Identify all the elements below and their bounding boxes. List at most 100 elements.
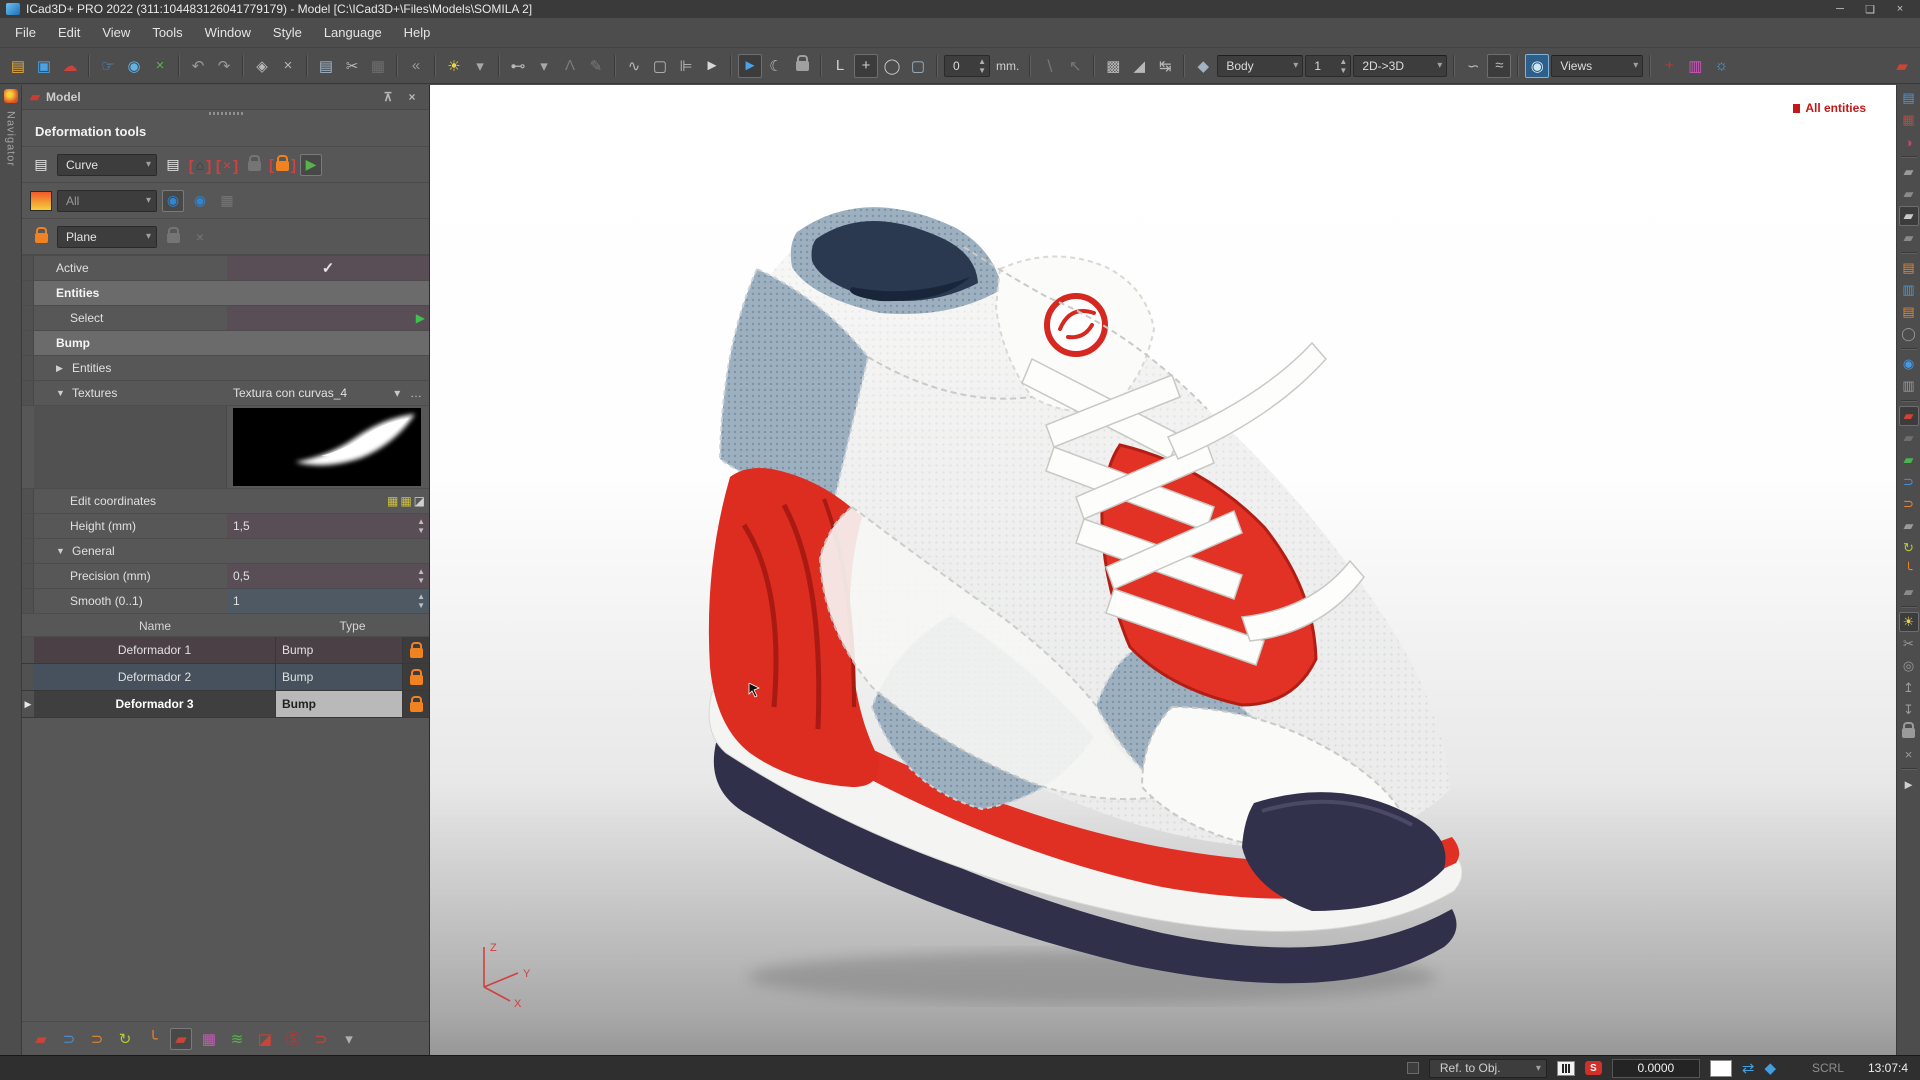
play-icon[interactable]: ▶: [416, 311, 425, 325]
isolate-entities-icon[interactable]: ⌂: [189, 154, 211, 176]
offset-value[interactable]: 0▲▼: [944, 55, 990, 77]
minimize-button[interactable]: ─: [1826, 1, 1854, 17]
add-view-icon[interactable]: +: [1657, 54, 1681, 78]
panel-close-icon[interactable]: ×: [403, 90, 421, 104]
prism-icon[interactable]: ◆: [1191, 54, 1215, 78]
curve-compare-icon[interactable]: ×: [1899, 744, 1919, 764]
menu-style[interactable]: Style: [262, 21, 313, 44]
all-select[interactable]: All▾: [57, 190, 157, 212]
render-bulb-icon[interactable]: ☀: [1899, 612, 1919, 632]
import-layer-icon[interactable]: ▤: [162, 154, 184, 176]
shoe-search-icon[interactable]: ☼: [1709, 54, 1733, 78]
circle-arrow2-icon[interactable]: ↻: [1899, 538, 1919, 558]
divider-icon[interactable]: Λ: [558, 54, 582, 78]
height-input[interactable]: 1,5 ▲▼: [227, 514, 429, 538]
entity-grid-icon[interactable]: ▦: [1899, 110, 1919, 130]
shoe-mask-icon[interactable]: ◪: [254, 1028, 276, 1050]
redo-icon[interactable]: ↷: [212, 54, 236, 78]
folder-lock2-icon[interactable]: ▤: [1899, 302, 1919, 322]
smooth-spinner[interactable]: ▲▼: [417, 592, 425, 610]
coord-curve-icon[interactable]: ◪: [414, 494, 425, 508]
swap-icon[interactable]: ↹: [1153, 54, 1177, 78]
paste-icon[interactable]: ▦: [366, 54, 390, 78]
shoe-model[interactable]: [702, 147, 1462, 1007]
texture-grid-icon[interactable]: ▦: [198, 1028, 220, 1050]
menu-edit[interactable]: Edit: [47, 21, 91, 44]
plane-lock-add-icon[interactable]: [30, 226, 52, 248]
coord-grid-icon-2[interactable]: ▦: [400, 494, 411, 508]
selection-box-icon[interactable]: ▢: [648, 54, 672, 78]
slope-icon[interactable]: ◢: [1127, 54, 1151, 78]
precision-spinner[interactable]: ▲▼: [417, 567, 425, 585]
magnet-grid-icon[interactable]: ⊃: [310, 1028, 332, 1050]
curve-pen-icon[interactable]: ∖: [1037, 54, 1061, 78]
status-checkbox[interactable]: [1407, 1062, 1419, 1074]
wave-icon[interactable]: ∽: [1461, 54, 1485, 78]
general-collapse-icon[interactable]: ▼: [56, 546, 66, 556]
ellipse-add-icon[interactable]: ◯: [1899, 324, 1919, 344]
curve-select[interactable]: Curve▾: [57, 154, 157, 176]
add-columns-icon[interactable]: ▥: [1683, 54, 1707, 78]
shoe-layers-icon[interactable]: ≋: [226, 1028, 248, 1050]
views-select[interactable]: Views▾: [1551, 55, 1643, 77]
pages-icon[interactable]: ▥: [1899, 376, 1919, 396]
transform-anchor-icon[interactable]: +: [854, 54, 878, 78]
more-tools-arrow[interactable]: ▾: [338, 1028, 360, 1050]
pan-hand-icon[interactable]: ☞: [96, 54, 120, 78]
select-value[interactable]: ▶: [227, 306, 429, 330]
bump-entities-row[interactable]: ▶ Entities: [22, 356, 429, 381]
snapshot-icon[interactable]: ◉: [1899, 354, 1919, 374]
menu-language[interactable]: Language: [313, 21, 393, 44]
open-file-icon[interactable]: ▤: [6, 54, 30, 78]
sole-line-icon[interactable]: ▰: [1899, 184, 1919, 204]
select-cursor-icon[interactable]: ►: [738, 54, 762, 78]
active-value[interactable]: ✓: [227, 256, 429, 280]
measure-distance-icon[interactable]: ⊷: [506, 54, 530, 78]
contrast-icon[interactable]: ◑: [1899, 132, 1919, 152]
light-bulb-arrow[interactable]: ▾: [468, 54, 492, 78]
circle-arrow-icon[interactable]: ↻: [114, 1028, 136, 1050]
fit-entities-icon[interactable]: ×: [216, 154, 238, 176]
shoe-list-icon[interactable]: ▰: [30, 1028, 52, 1050]
table-row[interactable]: Deformador 1 Bump: [22, 637, 429, 664]
bump-header[interactable]: Bump: [22, 331, 429, 356]
layer-spin[interactable]: 1▲▼: [1305, 55, 1351, 77]
pin-icon[interactable]: ⊼: [379, 90, 397, 104]
viewport-3d[interactable]: All entities: [430, 85, 1896, 1055]
texture-preview[interactable]: [233, 408, 421, 486]
menu-tools[interactable]: Tools: [141, 21, 193, 44]
navigator-tab[interactable]: Navigator: [5, 111, 17, 167]
lock-tool-icon[interactable]: [790, 54, 814, 78]
shoe-gray1-icon[interactable]: ▰: [1899, 582, 1919, 602]
coord-grid-icon-1[interactable]: ▦: [387, 494, 398, 508]
heel-curve-icon[interactable]: ╰: [142, 1028, 164, 1050]
layer-add-icon[interactable]: ▤: [30, 154, 52, 176]
sync-icon[interactable]: ⇄: [1742, 1059, 1755, 1077]
show-down-icon[interactable]: ↧: [1899, 700, 1919, 720]
close-button[interactable]: ×: [1886, 1, 1914, 17]
menu-help[interactable]: Help: [393, 21, 442, 44]
save-icon[interactable]: ▣: [32, 54, 56, 78]
expand-arrow-icon[interactable]: ▶: [56, 363, 66, 374]
scenes-icon[interactable]: ▤: [1899, 88, 1919, 108]
magnet-orange-icon[interactable]: ⊃: [86, 1028, 108, 1050]
entities-header[interactable]: Entities: [22, 281, 429, 306]
sole-side-icon[interactable]: ▰: [1899, 228, 1919, 248]
measure-arrow[interactable]: ▾: [532, 54, 556, 78]
menu-file[interactable]: File: [4, 21, 47, 44]
fill-region-icon[interactable]: ▢: [906, 54, 930, 78]
run-doc-icon[interactable]: ▶: [300, 154, 322, 176]
show-selected-icon[interactable]: ◉: [189, 190, 211, 212]
camera-icon[interactable]: ◉: [1525, 54, 1549, 78]
magnet-blue-icon[interactable]: ⊃: [58, 1028, 80, 1050]
style-s-icon[interactable]: Ⓢ: [282, 1028, 304, 1050]
all-entities-badge[interactable]: All entities: [1793, 101, 1866, 115]
l-frame-icon[interactable]: L: [828, 54, 852, 78]
crescent-icon[interactable]: ☾: [764, 54, 788, 78]
copy-icon[interactable]: ▤: [314, 54, 338, 78]
body-select[interactable]: Body▾: [1217, 55, 1303, 77]
menu-window[interactable]: Window: [194, 21, 262, 44]
plane-lock-icon[interactable]: [162, 226, 184, 248]
table-row[interactable]: Deformador 2 Bump: [22, 664, 429, 691]
circle-tool-icon[interactable]: ◯: [880, 54, 904, 78]
